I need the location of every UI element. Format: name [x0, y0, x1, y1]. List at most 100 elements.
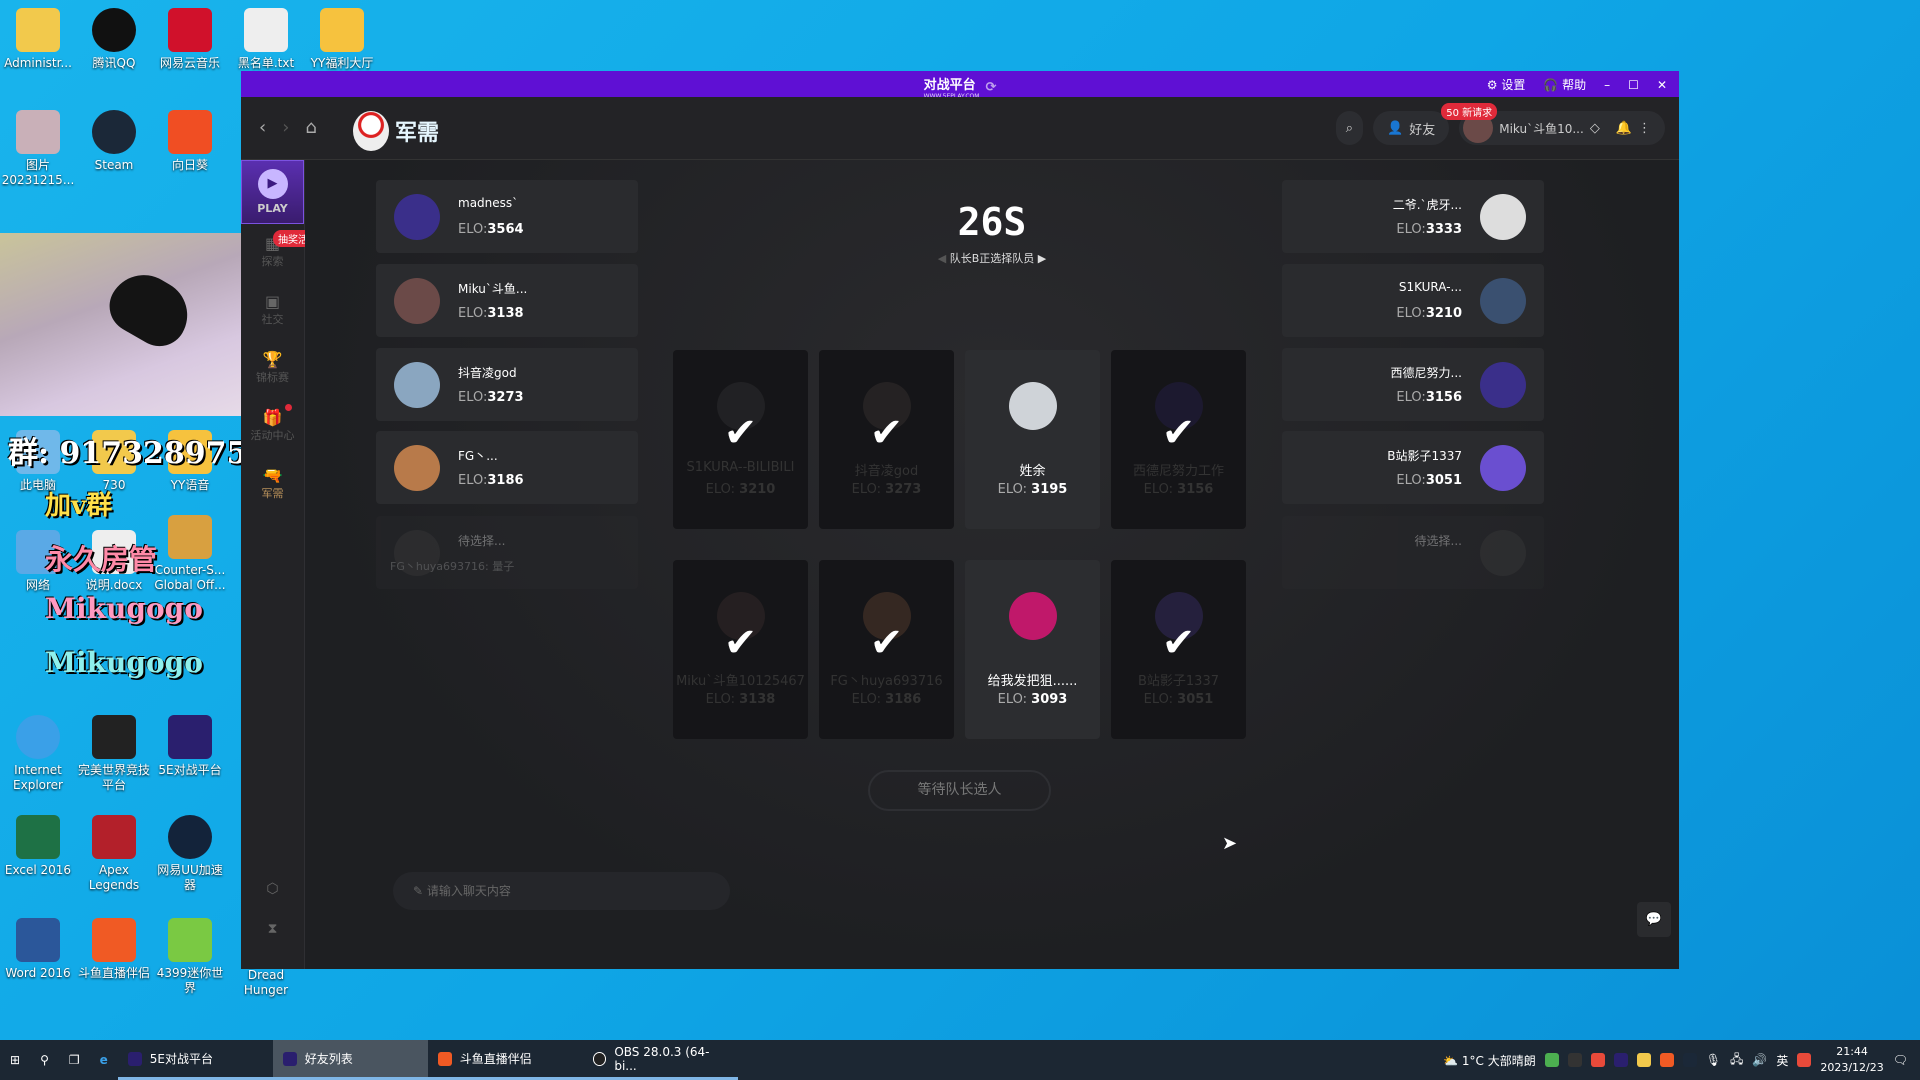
refresh-icon[interactable]: ⟳ — [985, 80, 996, 95]
close-button[interactable]: ✕ — [1657, 78, 1667, 92]
search-button[interactable]: ⌕ — [1335, 111, 1364, 145]
notification-center-icon[interactable]: 🗨 — [1893, 1053, 1908, 1067]
available-player-card[interactable]: 给我发把狙...... ELO: 3093 — [965, 560, 1100, 739]
desktop-icon-blacklist-txt[interactable]: 黑名单.txt — [228, 8, 304, 71]
more-icon[interactable]: ⋮ — [1638, 121, 1651, 136]
avatar — [1480, 194, 1526, 240]
microphone-icon[interactable]: 🎙 — [1706, 1053, 1721, 1067]
sidebar-item-supplies[interactable]: 🔫 军需 — [241, 456, 304, 514]
cube-icon[interactable]: ⬡ — [241, 869, 304, 909]
desktop-icon-5e[interactable]: 5E对战平台 — [152, 715, 228, 778]
app-window: 对战平台WWW.5EPLAY.COM⟳ ⚙ 设置 🎧 帮助 – ☐ ✕ ‹ › ⌂ … — [241, 71, 1679, 969]
checkmark-icon: ✔ — [1161, 410, 1196, 456]
sidebar-item-social[interactable]: ▣ 社交 — [241, 282, 304, 340]
taskbar: ⊞ ⚲ ❐ e 5E对战平台 好友列表 斗鱼直播伴侣 OBS 28.0.3 (6… — [0, 1040, 1920, 1080]
tray-icon-s[interactable] — [1590, 1053, 1605, 1067]
desktop-icon-dread-hunger[interactable]: Dread Hunger — [228, 968, 304, 998]
mini-world-icon — [168, 918, 212, 962]
search-icon[interactable]: ⚲ — [30, 1040, 59, 1080]
desktop-icon-ie[interactable]: Internet Explorer — [0, 715, 76, 793]
weather-icon: ⛅ — [1443, 1053, 1462, 1068]
ie-taskbar-icon[interactable]: e — [90, 1040, 118, 1080]
excel-icon — [16, 815, 60, 859]
ime-indicator[interactable]: 英 — [1776, 1052, 1788, 1069]
weather-widget[interactable]: ⛅ 1°C 大部晴朗 — [1443, 1052, 1536, 1069]
sunflower-icon — [168, 110, 212, 154]
team-a-slot: 抖音凌god ELO:3273 — [376, 348, 638, 421]
team-a-slot: FG丶... ELO:3186 — [376, 431, 638, 504]
overlay-bilibili: Mikugogo — [45, 592, 203, 625]
forward-icon[interactable]: › — [282, 117, 289, 138]
waiting-for-captain-button[interactable]: 等待队长选人 — [868, 770, 1051, 811]
user-profile[interactable]: 50 新请求 Miku`斗鱼10... ◇ 🔔 ⋮ — [1441, 103, 1665, 145]
checkmark-icon: ✔ — [869, 410, 904, 456]
desktop-icon-qq[interactable]: 腾讯QQ — [76, 8, 152, 71]
notification-bell-icon[interactable]: 🔔 — [1616, 121, 1632, 136]
help-button[interactable]: 🎧 帮助 — [1543, 76, 1586, 93]
steam-icon — [92, 110, 136, 154]
desktop-icon-word[interactable]: Word 2016 — [0, 918, 76, 981]
task-view-icon[interactable]: ❐ — [59, 1040, 90, 1080]
chat-input[interactable]: ✎ 请输入聊天内容 — [393, 872, 730, 910]
minimize-button[interactable]: – — [1604, 78, 1610, 92]
desktop-icon-uu[interactable]: 网易UU加速器 — [152, 815, 228, 893]
tray-icon-sogou[interactable] — [1797, 1053, 1812, 1067]
message-icon: 💬 — [1645, 912, 1663, 927]
tray-icon-folder[interactable] — [1636, 1053, 1651, 1067]
sidebar-item-events[interactable]: 🎁 活动中心 — [241, 398, 304, 456]
start-button[interactable]: ⊞ — [0, 1040, 30, 1080]
team-a-slot: Miku`斗鱼... ELO:3138 — [376, 264, 638, 337]
volume-icon[interactable]: 🔊 — [1752, 1053, 1767, 1067]
desktop-icon-excel[interactable]: Excel 2016 — [0, 815, 76, 878]
team-b-slot: 二爷.`虎牙... ELO:3333 — [1282, 180, 1544, 253]
avatar — [1480, 362, 1526, 408]
desktop-icon-sunflower[interactable]: 向日葵 — [152, 110, 228, 173]
desktop-icon-administrator[interactable]: Administr... — [0, 8, 76, 71]
sidebar-item-tournament[interactable]: 🏆 锦标赛 — [241, 340, 304, 398]
taskbar-app-obs[interactable]: OBS 28.0.3 (64-bi... — [582, 1040, 738, 1080]
desktop-icon-steam[interactable]: Steam — [76, 110, 152, 173]
tray-icon-douyu[interactable] — [1659, 1053, 1674, 1067]
picked-player-card: ✔ FG丶huya693716 ELO: 3186 — [819, 560, 954, 739]
tray-icon-nvidia[interactable] — [1544, 1053, 1559, 1067]
overlay-douyin: Mikugogo — [45, 646, 203, 679]
desktop-icon-douyu[interactable]: 斗鱼直播伴侣 — [76, 918, 152, 981]
friends-button[interactable]: 👤 好友 — [1373, 111, 1450, 145]
tray-icon-5e[interactable] — [1613, 1053, 1628, 1067]
taskbar-app-douyu[interactable]: 斗鱼直播伴侣 — [427, 1040, 583, 1080]
clock[interactable]: 21:44 2023/12/23 — [1820, 1044, 1883, 1076]
desktop-icon-4399[interactable]: 4399迷你世界 — [152, 918, 228, 996]
sidebar-item-explore[interactable]: ▦ 探索 抽奖活动 — [241, 224, 323, 282]
5e-icon — [127, 1051, 142, 1066]
mouse-image — [99, 262, 201, 356]
tray-icon-steam[interactable] — [1682, 1053, 1697, 1067]
ie-icon — [16, 715, 60, 759]
title-bar: 对战平台WWW.5EPLAY.COM⟳ ⚙ 设置 🎧 帮助 – ☐ ✕ — [241, 71, 1679, 100]
network-icon[interactable]: 🖧 — [1730, 1050, 1743, 1071]
maximize-button[interactable]: ☐ — [1628, 78, 1639, 92]
notification-dot — [285, 404, 292, 411]
taskbar-app-5e[interactable]: 5E对战平台 — [117, 1040, 273, 1080]
friends-icon: 👤 — [1387, 120, 1404, 136]
taskbar-app-friends[interactable]: 好友列表 — [272, 1040, 428, 1080]
sidebar-item-play[interactable]: ▶ PLAY — [241, 160, 304, 224]
back-icon[interactable]: ‹ — [259, 117, 266, 138]
system-tray: ⛅ 1°C 大部晴朗 🎙 🖧 🔊 英 21:44 2023/12/23 🗨 — [1443, 1044, 1920, 1076]
desktop-icon-netease-music[interactable]: 网易云音乐 — [152, 8, 228, 71]
desktop-icon-csgo[interactable]: Counter-S... Global Off... — [152, 515, 228, 593]
hourglass-icon[interactable]: ⧗ — [241, 909, 304, 949]
home-icon[interactable]: ⌂ — [305, 117, 316, 138]
available-player-card[interactable]: 姓余 ELO: 3195 — [965, 350, 1100, 529]
desktop-icon-perfect-world[interactable]: 完美世界竞技平台 — [76, 715, 152, 793]
sidebar: ▶ PLAY ▦ 探索 抽奖活动 ▣ 社交 🏆 锦标赛 🎁 活动中心 🔫 军需 ⬡ ⧗ — [241, 160, 323, 969]
desktop-icon-yy-welfare[interactable]: YY福利大厅 — [304, 8, 380, 71]
avatar — [1480, 278, 1526, 324]
desktop-icon-picture[interactable]: 图片 20231215... — [0, 110, 76, 188]
settings-button[interactable]: ⚙ 设置 — [1487, 76, 1526, 93]
chat-icon: ▣ — [264, 292, 281, 311]
snowman-logo-icon — [353, 111, 389, 151]
tray-icon-app[interactable] — [1567, 1053, 1582, 1067]
desktop-icon-apex[interactable]: Apex Legends — [76, 815, 152, 893]
chat-toggle-button[interactable]: 💬 — [1637, 902, 1671, 937]
avatar — [394, 278, 440, 324]
